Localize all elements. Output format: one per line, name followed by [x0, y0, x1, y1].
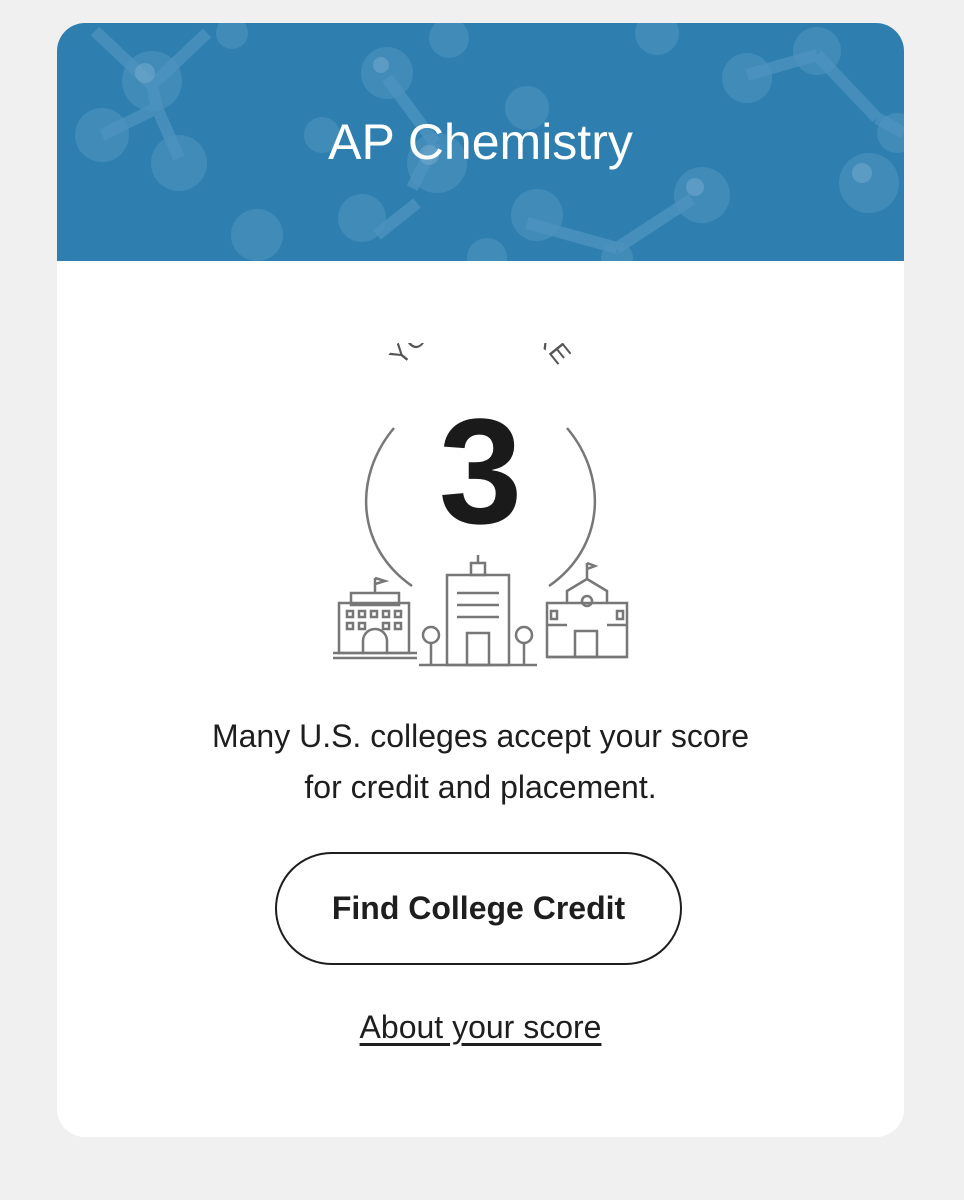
find-college-credit-button[interactable]: Find College Credit — [275, 852, 682, 965]
score-caption-text: YOUR SCORE — [383, 343, 576, 370]
about-score-link[interactable]: About your score — [360, 1009, 602, 1045]
card-header: AP Chemistry — [57, 23, 904, 261]
score-value: 3 — [438, 387, 523, 555]
about-score-link-container: About your score — [57, 1007, 904, 1047]
score-card: AP Chemistry YOUR SCORE 3 — [57, 23, 904, 1137]
course-title: AP Chemistry — [328, 114, 633, 170]
credit-message: Many U.S. colleges accept your score for… — [211, 718, 750, 805]
college-buildings-icon — [333, 555, 629, 667]
score-caption: YOUR SCORE — [383, 343, 577, 370]
